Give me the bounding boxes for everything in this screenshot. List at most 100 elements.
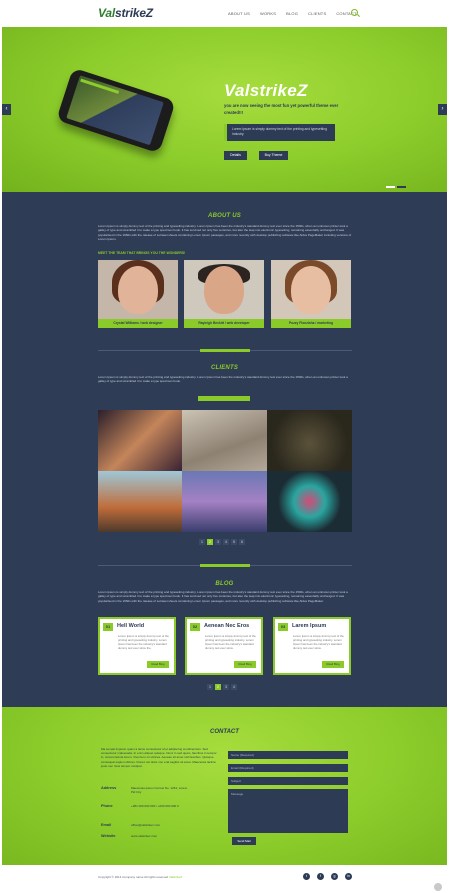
contact-email: Email office@valstrikez.com xyxy=(101,823,191,827)
brand-logo-part2: strikeZ xyxy=(114,6,153,20)
brand-logo[interactable]: ValstrikeZ xyxy=(98,6,153,20)
read-blog-button[interactable]: Read Blog xyxy=(147,661,169,668)
email-field[interactable]: Email (Required) xyxy=(228,764,348,772)
contact-website: Website www.valstrikez.com xyxy=(101,834,191,838)
team-member-card[interactable]: Puzzy Flonzisha / marketing xyxy=(271,260,351,328)
main-nav: ABOUT US WORKS BLOG CLIENTS CONTACT xyxy=(228,11,367,16)
read-blog-button[interactable]: Read Blog xyxy=(234,661,256,668)
gallery-image[interactable] xyxy=(98,410,182,471)
blog-post-title[interactable]: Larem Ipsum xyxy=(292,623,326,629)
slider-prev-button[interactable]: ‹ xyxy=(2,104,11,115)
gallery-image[interactable] xyxy=(98,471,182,532)
gallery-image[interactable] xyxy=(182,410,267,471)
google-plus-icon[interactable]: g xyxy=(331,873,338,880)
blog-title: BLOG xyxy=(215,581,234,587)
nav-clients[interactable]: CLIENTS xyxy=(308,11,326,16)
slider-dots xyxy=(386,186,406,188)
page-button[interactable]: 1 xyxy=(199,539,205,545)
social-links: t f g in xyxy=(303,873,352,880)
main-content: ABOUT US Lorem Ipsum is simply dummy tex… xyxy=(2,192,447,707)
team-heading: MEET THE TEAM THAT BRINGS YOU THE WONDER… xyxy=(98,251,186,255)
hero-slider: ‹ › ValstrikeZ you are now seeing the mo… xyxy=(2,27,447,192)
read-blog-button[interactable]: Read Blog xyxy=(322,661,344,668)
page-button-active[interactable]: 2 xyxy=(207,539,213,545)
section-divider xyxy=(98,349,352,352)
hero-subtitle: you are now seeing the most fun yet powe… xyxy=(224,103,339,115)
page-button[interactable]: 4 xyxy=(231,684,237,690)
page-button[interactable]: 3 xyxy=(215,539,221,545)
clients-gallery xyxy=(98,410,352,532)
subject-field[interactable]: Subject xyxy=(228,777,348,785)
brand-logo-part1: Val xyxy=(98,6,115,20)
clients-title: CLIENTS xyxy=(210,365,239,371)
email-value[interactable]: office@valstrikez.com xyxy=(131,823,191,827)
contact-title: CONTACT xyxy=(210,729,239,735)
nav-works[interactable]: WORKS xyxy=(260,11,276,16)
team-member-caption: Crystal Williams / web designer xyxy=(98,319,178,328)
copyright-credit[interactable]: ValstrikeZ xyxy=(169,875,182,879)
clients-pagination: 1 2 3 4 5 6 xyxy=(199,539,245,545)
team-photo xyxy=(291,266,331,314)
blog-text: Lorem Ipsum is simply dummy text of the … xyxy=(98,590,348,603)
buy-theme-button[interactable]: Buy Theme xyxy=(259,151,288,160)
blog-post-excerpt: Lorem Ipsum is simply dummy text of the … xyxy=(205,634,256,650)
address-value: Maecenas ipsum Cursus No. 1234, Lorem Pi… xyxy=(131,786,188,795)
footer: Copyright © 2014 Company name All rights… xyxy=(2,865,447,893)
team-member-card[interactable]: Rayleigh Beckitt / web developer xyxy=(184,260,264,328)
slider-dot[interactable] xyxy=(397,186,406,188)
facebook-icon[interactable]: f xyxy=(317,873,324,880)
page-button[interactable]: 1 xyxy=(207,684,213,690)
blog-post-excerpt: Lorem Ipsum is simply dummy text of the … xyxy=(118,634,169,650)
linkedin-icon[interactable]: in xyxy=(345,873,352,880)
nav-blog[interactable]: BLOG xyxy=(286,11,298,16)
slider-dot-active[interactable] xyxy=(386,186,395,188)
twitter-icon[interactable]: t xyxy=(303,873,310,880)
clients-text: Lorem Ipsum is simply dummy text of the … xyxy=(98,375,348,384)
blog-post-card[interactable]: 02 Aenean Nec Eros Lorem Ipsum is simply… xyxy=(185,617,263,675)
section-divider xyxy=(98,564,352,567)
top-navbar: ValstrikeZ ABOUT US WORKS BLOG CLIENTS C… xyxy=(2,0,447,27)
copyright-text: Copyright © 2014 Company name All rights… xyxy=(98,875,169,879)
details-button[interactable]: Details xyxy=(224,151,247,160)
contact-address: Address Maecenas ipsum Cursus No. 1234, … xyxy=(101,786,191,794)
team-member-card[interactable]: Crystal Williams / web designer xyxy=(98,260,178,328)
contact-section: CONTACT Ma senpai tinputun quam a lacus … xyxy=(2,707,447,865)
name-field[interactable]: Name (Required) xyxy=(228,751,348,759)
slider-next-button[interactable]: › xyxy=(438,104,447,115)
page-button[interactable]: 4 xyxy=(223,539,229,545)
gallery-image[interactable] xyxy=(267,471,352,532)
page: ValstrikeZ ABOUT US WORKS BLOG CLIENTS C… xyxy=(2,0,447,893)
blog-post-title[interactable]: Aenean Nec Eros xyxy=(204,623,249,629)
contact-text: Ma senpai tinputun quam a lacus consecte… xyxy=(101,747,217,768)
divider-accent xyxy=(200,564,250,567)
nav-about[interactable]: ABOUT US xyxy=(228,11,250,16)
message-field[interactable]: Message xyxy=(228,789,348,833)
gallery-image[interactable] xyxy=(267,410,352,471)
back-to-top-icon[interactable] xyxy=(434,883,442,891)
website-value[interactable]: www.valstrikez.com xyxy=(131,834,191,838)
phone-value: +381 000 000 000 / +000 000 000 0 xyxy=(131,804,179,808)
blog-post-number: 02 xyxy=(190,623,200,631)
page-button[interactable]: 6 xyxy=(239,539,245,545)
blog-post-title[interactable]: Hell World xyxy=(117,623,144,629)
blog-post-card[interactable]: 03 Larem Ipsum Lorem Ipsum is simply dum… xyxy=(273,617,351,675)
email-label: Email xyxy=(101,823,112,827)
phone-mockup-image xyxy=(56,67,176,154)
page-button-active[interactable]: 2 xyxy=(215,684,221,690)
search-icon[interactable] xyxy=(351,9,358,16)
contact-phone: Phone +381 000 000 000 / +000 000 000 0 xyxy=(101,804,191,808)
hero-title: ValstrikeZ xyxy=(224,81,308,100)
page-button[interactable]: 5 xyxy=(231,539,237,545)
phone-screen xyxy=(66,75,164,146)
blog-post-excerpt: Lorem Ipsum is simply dummy text of the … xyxy=(293,634,344,650)
page-button[interactable]: 3 xyxy=(223,684,229,690)
website-label: Website xyxy=(101,834,116,838)
team-photo xyxy=(204,266,244,314)
about-text: Lorem Ipsum is simply dummy text of the … xyxy=(98,224,352,242)
address-label: Address xyxy=(101,786,117,790)
send-mail-button[interactable]: Send Mail xyxy=(232,837,256,845)
team-member-caption: Puzzy Flonzisha / marketing xyxy=(271,319,351,328)
blog-post-card[interactable]: 01 Hell World Lorem Ipsum is simply dumm… xyxy=(98,617,176,675)
gallery-image[interactable] xyxy=(182,471,267,532)
clients-filter-bar[interactable] xyxy=(198,396,250,401)
